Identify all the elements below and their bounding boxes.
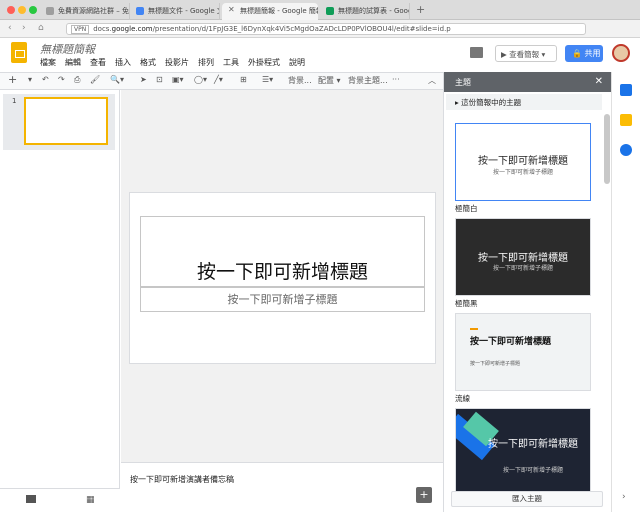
- slide-title: 按一下即可新增標題: [196, 261, 368, 283]
- background-button[interactable]: 背景...: [288, 75, 312, 86]
- paint-format-icon[interactable]: 🖌: [90, 75, 100, 84]
- share-button[interactable]: 🔒 共用: [565, 45, 603, 62]
- document-title[interactable]: 無標題簡報: [40, 41, 95, 57]
- comment-add-icon[interactable]: ⊞: [240, 75, 247, 84]
- notes-placeholder[interactable]: 按一下即可新增演講者備忘稿: [130, 474, 234, 485]
- menu-bar: 檔案 編輯 查看 插入 格式 投影片 排列 工具 外掛程式 說明: [40, 57, 314, 68]
- keep-icon[interactable]: [620, 114, 632, 126]
- chevron-right-icon[interactable]: ›: [622, 492, 626, 502]
- menu-file[interactable]: 檔案: [40, 58, 56, 67]
- undo-icon[interactable]: ↶: [42, 75, 49, 84]
- shape-icon[interactable]: ◯▾: [194, 75, 207, 84]
- browser-tab-active[interactable]: ✕ 無標題簡報 - Google 簡報: [222, 3, 318, 20]
- app-header: 無標題簡報 檔案 編輯 查看 插入 格式 投影片 排列 工具 外掛程式 說明 ▶ 查看簡報 ▾ 🔒…: [0, 38, 640, 70]
- theme-simple-dark[interactable]: 按一下即可新增標題 按一下即可新增子標題: [455, 218, 591, 296]
- more-button[interactable]: ···: [392, 75, 400, 84]
- avatar[interactable]: [612, 44, 630, 62]
- image-icon[interactable]: ▣▾: [172, 75, 184, 84]
- menu-edit[interactable]: 編輯: [65, 58, 81, 67]
- menu-format[interactable]: 格式: [140, 58, 156, 67]
- url-field[interactable]: VPN docs.google.com/presentation/d/1FpJG3…: [66, 23, 586, 35]
- menu-tools[interactable]: 工具: [223, 58, 239, 67]
- themes-section-header[interactable]: ▸ 這份簡報中的主題: [446, 94, 602, 110]
- slide[interactable]: 按一下即可新增標題 按一下即可新增子標題: [130, 193, 435, 363]
- browser-tab-2[interactable]: 無標題文件 - Google 文件: [130, 3, 220, 20]
- new-slide-icon[interactable]: +: [8, 73, 17, 86]
- theme-focus[interactable]: 按一下即可新增標題 按一下即可新增子標題: [455, 408, 591, 492]
- select-cursor-icon[interactable]: ➤: [140, 75, 147, 84]
- home-icon[interactable]: ⌂: [38, 23, 44, 33]
- import-theme-button[interactable]: 匯入主題: [451, 491, 603, 507]
- speaker-notes[interactable]: 按一下即可新增演講者備忘稿 +: [121, 462, 443, 512]
- calendar-icon[interactable]: [620, 84, 632, 96]
- minimize-window-button[interactable]: [18, 6, 26, 14]
- zoom-window-button[interactable]: [29, 6, 37, 14]
- tasks-icon[interactable]: [620, 144, 632, 156]
- close-window-button[interactable]: [7, 6, 15, 14]
- themes-panel: 主題 ✕ ▸ 這份簡報中的主題 按一下即可新增標題 按一下即可新增子標題 極簡白…: [443, 72, 612, 512]
- comments-icon[interactable]: [470, 47, 483, 58]
- accent-bar: [470, 328, 478, 330]
- browser-tab-1[interactable]: 免費資源網路社群 – 免費資源: [40, 3, 130, 20]
- theme-simple-light[interactable]: 按一下即可新增標題 按一下即可新增子標題: [455, 123, 591, 201]
- side-panel: ›: [611, 72, 640, 512]
- forward-icon[interactable]: ›: [22, 23, 26, 33]
- menu-view[interactable]: 查看: [90, 58, 106, 67]
- chevron-down-icon[interactable]: ▾: [539, 50, 546, 59]
- present-button[interactable]: ▶ 查看簡報 ▾: [495, 45, 557, 62]
- menu-arrange[interactable]: 排列: [198, 58, 214, 67]
- slide-number: 1: [12, 97, 17, 105]
- text-box-icon[interactable]: ⊡: [156, 75, 163, 84]
- print-icon[interactable]: ⎙: [74, 75, 80, 85]
- bullets-icon[interactable]: ☰▾: [262, 75, 273, 84]
- play-icon: ▶: [501, 50, 510, 59]
- list-view-icon[interactable]: [26, 495, 36, 503]
- slide-subtitle: 按一下即可新增子標題: [227, 293, 338, 306]
- close-icon[interactable]: ✕: [595, 76, 603, 87]
- menu-help[interactable]: 說明: [289, 58, 305, 67]
- sheets-favicon-icon: [326, 7, 334, 15]
- close-tab-icon[interactable]: ✕: [228, 5, 235, 14]
- menu-addons[interactable]: 外掛程式: [248, 58, 280, 67]
- menu-insert[interactable]: 插入: [115, 58, 131, 67]
- docs-favicon-icon: [136, 7, 144, 15]
- menu-slide[interactable]: 投影片: [165, 58, 189, 67]
- slide-filmstrip: [0, 90, 120, 512]
- toolbar: + ▾ ↶ ↷ ⎙ 🖌 🔍▾ ➤ ⊡ ▣▾ ◯▾ ╱▾ ⊞ ☰▾ 背景... 配…: [0, 72, 443, 90]
- layout-button[interactable]: 配置 ▾: [318, 75, 341, 86]
- title-placeholder[interactable]: 按一下即可新增標題: [140, 216, 425, 288]
- slide-thumbnail[interactable]: [24, 97, 108, 145]
- filmstrip-footer: ▦: [0, 488, 120, 512]
- theme-button[interactable]: 背景主題...: [348, 75, 388, 86]
- new-tab-button[interactable]: +: [416, 3, 425, 16]
- explore-icon[interactable]: +: [416, 487, 432, 503]
- chevron-down-icon[interactable]: ▾: [28, 75, 32, 84]
- theme-streamline[interactable]: 按一下即可新增標題 按一下即可新增子標題: [455, 313, 591, 391]
- collapse-icon[interactable]: ︿: [428, 75, 436, 86]
- address-bar-row: ‹ › ⌂ VPN docs.google.com/presentation/d/…: [0, 20, 640, 38]
- browser-tab-4[interactable]: 無標題的試算表 - Google 試算: [320, 3, 410, 20]
- grid-view-icon[interactable]: ▦: [86, 495, 95, 505]
- subtitle-placeholder[interactable]: 按一下即可新增子標題: [140, 286, 425, 312]
- redo-icon[interactable]: ↷: [58, 75, 65, 84]
- lock-icon: 🔒: [572, 49, 582, 58]
- zoom-icon[interactable]: 🔍▾: [110, 75, 124, 84]
- panel-header: 主題 ✕: [444, 72, 612, 92]
- back-icon[interactable]: ‹: [8, 23, 12, 33]
- slides-logo-icon[interactable]: [11, 42, 27, 63]
- line-icon[interactable]: ╱▾: [214, 75, 223, 84]
- browser-tab-bar: 免費資源網路社群 – 免費資源 無標題文件 - Google 文件 ✕無標題簡報…: [0, 0, 640, 20]
- scrollbar[interactable]: [604, 114, 610, 184]
- vpn-badge[interactable]: VPN: [71, 25, 90, 34]
- tab-favicon-icon: [46, 7, 54, 15]
